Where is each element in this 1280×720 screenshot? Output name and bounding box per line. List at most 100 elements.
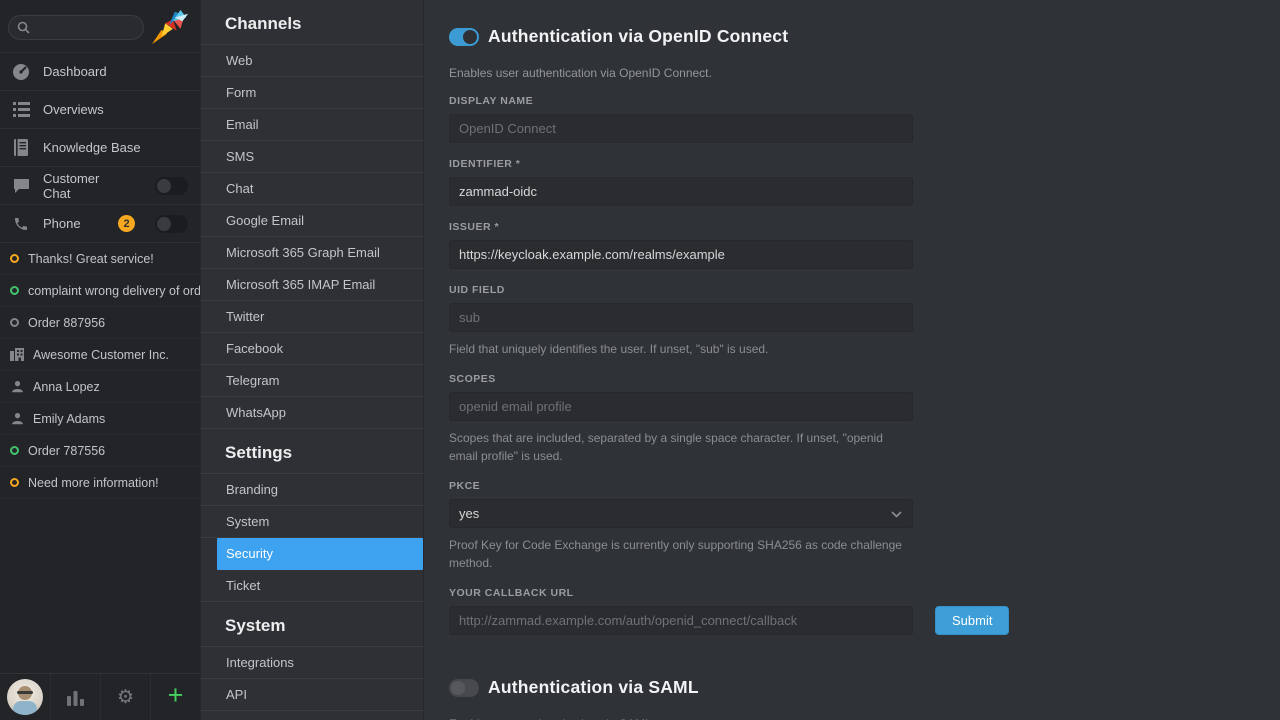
nav-item-security[interactable]: Security <box>217 538 423 570</box>
ticket-state-icon <box>10 286 19 295</box>
scopes-label: SCOPES <box>449 373 496 385</box>
pkce-selected-value: yes <box>459 506 480 521</box>
submit-button[interactable]: Submit <box>935 606 1010 635</box>
search-input[interactable] <box>35 20 135 34</box>
conversation-label: Anna Lopez <box>33 379 100 394</box>
section-heading-system: System <box>225 616 286 635</box>
oidc-enable-toggle[interactable] <box>449 27 479 46</box>
nav-item-ms365-graph-email[interactable]: Microsoft 365 Graph Email <box>201 237 423 269</box>
saml-section: Authentication via SAML Enables user aut… <box>449 677 1280 720</box>
uid-field-input[interactable] <box>449 303 913 332</box>
issuer-label: ISSUER * <box>449 221 500 233</box>
conversation-label: Thanks! Great service! <box>28 251 154 266</box>
nav-item-twitter[interactable]: Twitter <box>201 301 423 333</box>
nav-item-api[interactable]: API <box>201 679 423 711</box>
list-item[interactable]: complaint wrong delivery of ord... <box>0 275 200 307</box>
ticket-state-icon <box>10 446 19 455</box>
list-item[interactable]: Order 787556 <box>0 435 200 467</box>
main-content: Authentication via OpenID Connect Enable… <box>424 0 1280 720</box>
sidebar-item-customer-chat[interactable]: Customer Chat <box>0 166 200 204</box>
oidc-header: Authentication via OpenID Connect <box>449 26 1280 47</box>
sidebar-item-overviews[interactable]: Overviews <box>0 90 200 128</box>
section-heading-settings: Settings <box>225 443 293 462</box>
customer-chat-toggle[interactable] <box>155 176 188 195</box>
plus-icon: + <box>167 680 184 710</box>
ticket-state-icon <box>10 318 19 327</box>
pkce-help: Proof Key for Code Exchange is currently… <box>449 538 902 570</box>
oidc-description: Enables user authentication via OpenID C… <box>449 66 712 80</box>
stats-button[interactable] <box>50 674 100 720</box>
identifier-input[interactable] <box>449 177 913 206</box>
nav-item-ticket[interactable]: Ticket <box>201 570 423 602</box>
user-menu-button[interactable] <box>0 674 50 720</box>
primary-nav: Dashboard Overviews Knowledge Base Custo… <box>0 52 200 242</box>
list-item[interactable]: Thanks! Great service! <box>0 243 200 275</box>
sidebar-item-label: Dashboard <box>43 64 107 79</box>
sidebar-item-knowledge-base[interactable]: Knowledge Base <box>0 128 200 166</box>
callback-url-input[interactable] <box>449 606 913 635</box>
list-item[interactable]: Awesome Customer Inc. <box>0 339 200 371</box>
conversation-label: complaint wrong delivery of ord... <box>28 283 200 298</box>
conversation-label: Need more information! <box>28 475 159 490</box>
conversation-label: Order 787556 <box>28 443 106 458</box>
knowledge-base-icon <box>12 139 30 157</box>
nav-item-sms[interactable]: SMS <box>201 141 423 173</box>
chat-icon <box>12 177 30 195</box>
nav-item-google-email[interactable]: Google Email <box>201 205 423 237</box>
user-icon <box>10 412 24 426</box>
nav-item-facebook[interactable]: Facebook <box>201 333 423 365</box>
system-list: Integrations API Objects <box>201 646 423 720</box>
saml-title: Authentication via SAML <box>488 677 699 697</box>
uid-field-label: UID FIELD <box>449 284 505 296</box>
list-item[interactable]: Order 887956 <box>0 307 200 339</box>
issuer-input[interactable] <box>449 240 913 269</box>
list-item[interactable]: Emily Adams <box>0 403 200 435</box>
nav-item-objects[interactable]: Objects <box>201 711 423 720</box>
section-heading-channels: Channels <box>225 14 302 33</box>
chevron-down-icon <box>891 511 902 518</box>
issuer-field-group: ISSUER * <box>449 221 913 269</box>
phone-toggle[interactable] <box>155 214 188 233</box>
nav-item-telegram[interactable]: Telegram <box>201 365 423 397</box>
nav-item-chat[interactable]: Chat <box>201 173 423 205</box>
sidebar-item-dashboard[interactable]: Dashboard <box>0 52 200 90</box>
sidebar-item-label: Knowledge Base <box>43 140 141 155</box>
list-item[interactable]: Anna Lopez <box>0 371 200 403</box>
nav-item-branding[interactable]: Branding <box>201 474 423 506</box>
display-name-input[interactable] <box>449 114 913 143</box>
sidebar-item-phone[interactable]: Phone 2 <box>0 204 200 242</box>
organization-icon <box>10 348 24 362</box>
pkce-label: PKCE <box>449 480 481 492</box>
phone-badge: 2 <box>118 215 135 232</box>
search-row <box>0 0 200 52</box>
nav-item-integrations[interactable]: Integrations <box>201 647 423 679</box>
nav-item-system[interactable]: System <box>201 506 423 538</box>
callback-url-field-group: YOUR CALLBACK URL Submit <box>449 587 1280 635</box>
list-item[interactable]: Need more information! <box>0 467 200 499</box>
saml-enable-toggle[interactable] <box>449 678 479 697</box>
avatar <box>7 679 43 715</box>
display-name-field-group: DISPLAY NAME <box>449 95 913 143</box>
identifier-label: IDENTIFIER * <box>449 158 521 170</box>
nav-item-form[interactable]: Form <box>201 77 423 109</box>
nav-item-email[interactable]: Email <box>201 109 423 141</box>
sidebar-item-label: Phone <box>43 216 81 231</box>
saml-header: Authentication via SAML <box>449 677 1280 698</box>
conversation-list: Thanks! Great service! complaint wrong d… <box>0 242 200 499</box>
search-box[interactable] <box>8 14 144 40</box>
dashboard-icon <box>12 63 30 81</box>
nav-item-ms365-imap-email[interactable]: Microsoft 365 IMAP Email <box>201 269 423 301</box>
callback-url-label: YOUR CALLBACK URL <box>449 587 574 599</box>
nav-item-whatsapp[interactable]: WhatsApp <box>201 397 423 429</box>
pkce-select[interactable]: yes <box>449 499 913 528</box>
conversation-label: Order 887956 <box>28 315 106 330</box>
admin-settings-button[interactable]: ⚙ <box>100 674 150 720</box>
bar-chart-icon <box>66 689 85 706</box>
new-ticket-button[interactable]: + <box>150 674 200 720</box>
sidebar-toolbar: ⚙ + <box>0 673 200 720</box>
gear-icon: ⚙ <box>116 686 135 708</box>
scopes-input[interactable] <box>449 392 913 421</box>
admin-nav-sidebar: Channels Web Form Email SMS Chat Google … <box>200 0 424 720</box>
nav-item-web[interactable]: Web <box>201 45 423 77</box>
